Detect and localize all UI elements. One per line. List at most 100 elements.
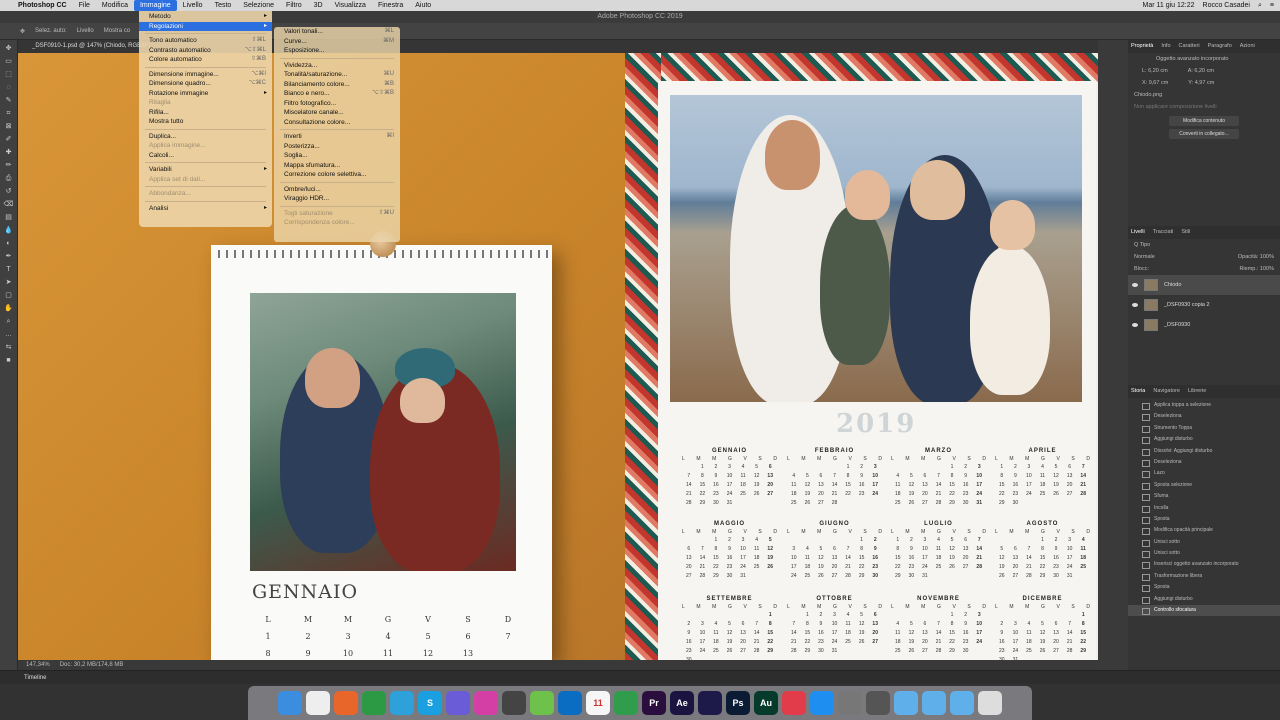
visibility-eye-icon[interactable] xyxy=(1132,303,1138,307)
archive-icon[interactable] xyxy=(446,691,470,715)
menu-item-tono-automatico[interactable]: Tono automatico ⇧⌘L xyxy=(139,36,272,46)
panel-tab-librerie[interactable]: Librerie xyxy=(1188,385,1206,398)
menu-item-filtro-fotografico[interactable]: Filtro fotografico... xyxy=(274,99,400,109)
hand-tool-icon[interactable]: ✋ xyxy=(4,304,14,313)
colors-tool-icon[interactable]: ■ xyxy=(4,356,14,365)
menu-filtro[interactable]: Filtro xyxy=(280,0,308,11)
media-encoder-icon[interactable] xyxy=(698,691,722,715)
artboard-tool-icon[interactable]: ▭ xyxy=(4,57,14,66)
layer-name[interactable]: _DSF0930 xyxy=(1164,322,1190,328)
blur-tool-icon[interactable]: 💧 xyxy=(4,226,14,235)
premiere-icon[interactable]: Pr xyxy=(642,691,666,715)
menu-item-vividezza[interactable]: Vividezza... xyxy=(274,61,400,71)
menu-immagine[interactable]: Immagine xyxy=(133,0,177,11)
menu-item-inverti[interactable]: Inverti ⌘I xyxy=(274,132,400,142)
search-icon[interactable]: ⌕ xyxy=(1258,0,1262,11)
brush-tool-icon[interactable]: ✏ xyxy=(4,161,14,170)
clock-icon[interactable] xyxy=(306,691,330,715)
history-state[interactable]: Trasformazione libera xyxy=(1128,571,1280,582)
menu-modifica[interactable]: Modifica xyxy=(96,0,134,11)
menu-item-duplica[interactable]: Duplica... xyxy=(139,132,272,142)
menu-item-contrasto-automatico[interactable]: Contrasto automatico ⌥⇧⌘L xyxy=(139,46,272,56)
menu-selezione[interactable]: Selezione xyxy=(237,0,280,11)
panel-tab-caratteri[interactable]: Caratteri xyxy=(1179,40,1200,53)
menu-app[interactable]: Photoshop CC xyxy=(12,0,73,11)
history-state[interactable]: Strumento Toppa xyxy=(1128,423,1280,434)
gradient-tool-icon[interactable]: ▤ xyxy=(4,213,14,222)
finder-icon[interactable] xyxy=(278,691,302,715)
history-state[interactable]: Unisci sotto xyxy=(1128,537,1280,548)
menu-item-dimensione-immagine[interactable]: Dimensione immagine... ⌥⌘I xyxy=(139,70,272,80)
menu-livello[interactable]: Livello xyxy=(177,0,209,11)
menu-item-soglia[interactable]: Soglia... xyxy=(274,151,400,161)
autoselect-checkbox[interactable]: Selez. auto: xyxy=(35,28,67,34)
eyedropper-tool-icon[interactable]: ✐ xyxy=(4,135,14,144)
menu-item-viraggio-hdr[interactable]: Viraggio HDR... xyxy=(274,194,400,204)
disk-icon[interactable] xyxy=(502,691,526,715)
menu-item-regolazioni[interactable]: Regolazioni ▸ xyxy=(139,21,272,31)
history-state[interactable]: Deseleziona xyxy=(1128,411,1280,422)
panel-tab-stili[interactable]: Stili xyxy=(1181,226,1190,239)
y-field[interactable]: Y: 4,97 cm xyxy=(1188,77,1214,89)
history-state[interactable]: Lazo xyxy=(1128,468,1280,479)
audition-icon[interactable]: Au xyxy=(754,691,778,715)
history-state[interactable]: Inserisci oggetto avanzato incorporato xyxy=(1128,559,1280,570)
convert-linked-button[interactable]: Converti in collegato... xyxy=(1169,129,1239,139)
history-state[interactable]: Sfuma xyxy=(1128,491,1280,502)
pen-tool-icon[interactable]: ✒ xyxy=(4,252,14,261)
history-state[interactable]: Unisci sotto xyxy=(1128,548,1280,559)
history-state[interactable]: Applica toppa a selezione xyxy=(1128,400,1280,411)
firefox-icon[interactable] xyxy=(334,691,358,715)
fill-field[interactable]: 100% xyxy=(1260,266,1274,272)
menu-item-valori-tonali[interactable]: Valori tonali... ⌘L xyxy=(274,27,400,37)
folder-icon-2[interactable] xyxy=(922,691,946,715)
history-state[interactable]: Incolla xyxy=(1128,503,1280,514)
menu-3d[interactable]: 3D xyxy=(308,0,329,11)
menu-item-correzione-colore-selettiva[interactable]: Correzione colore selettiva... xyxy=(274,170,400,180)
menu-testo[interactable]: Testo xyxy=(209,0,238,11)
blend-mode-select[interactable]: Normale xyxy=(1134,251,1155,263)
panel-tab-azioni[interactable]: Azioni xyxy=(1240,40,1255,53)
swap-tool-icon[interactable]: ⇆ xyxy=(4,343,14,352)
history-state[interactable]: Controllo sfocatura xyxy=(1128,605,1280,617)
menubar-user[interactable]: Rocco Casadei xyxy=(1203,0,1250,11)
quick-select-tool-icon[interactable]: ✎ xyxy=(4,96,14,105)
history-state[interactable]: Aggiungi disturbo xyxy=(1128,434,1280,445)
menu-item-esposizione[interactable]: Esposizione... xyxy=(274,46,400,56)
layer-row[interactable]: Chiodo xyxy=(1128,275,1280,295)
history-state[interactable]: Sposta xyxy=(1128,582,1280,593)
menu-item-dimensione-quadro[interactable]: Dimensione quadro... ⌥⌘C xyxy=(139,79,272,89)
menu-item-analisi[interactable]: Analisi ▸ xyxy=(139,204,272,214)
menu-item-rotazione-immagine[interactable]: Rotazione immagine ▸ xyxy=(139,89,272,99)
list-icon[interactable]: ≡ xyxy=(1270,0,1274,11)
chrome-icon[interactable] xyxy=(362,691,386,715)
menu-item-calcoli[interactable]: Calcoli... xyxy=(139,151,272,161)
menu-item-rifila[interactable]: Rifila... xyxy=(139,108,272,118)
gamecenter-icon[interactable] xyxy=(866,691,890,715)
width-field[interactable]: L: 6,20 cm xyxy=(1142,65,1168,77)
notes-icon[interactable] xyxy=(530,691,554,715)
apple-icon[interactable] xyxy=(0,0,12,11)
path-select-tool-icon[interactable]: ➤ xyxy=(4,278,14,287)
eraser-tool-icon[interactable]: ⌫ xyxy=(4,200,14,209)
menu-item-tonalità-saturazione[interactable]: Tonalità/saturazione... ⌘U xyxy=(274,70,400,80)
visibility-eye-icon[interactable] xyxy=(1132,323,1138,327)
shape-tool-icon[interactable]: ▢ xyxy=(4,291,14,300)
appstore-icon[interactable] xyxy=(810,691,834,715)
folder-icon[interactable] xyxy=(894,691,918,715)
trello-icon[interactable] xyxy=(558,691,582,715)
type-tool-icon[interactable]: T xyxy=(4,265,14,274)
stamp-tool-icon[interactable]: ⎙ xyxy=(4,174,14,183)
panel-tab-tracciati[interactable]: Tracciati xyxy=(1153,226,1174,239)
x-field[interactable]: X: 9,67 cm xyxy=(1142,77,1168,89)
history-state[interactable]: Sposta xyxy=(1128,514,1280,525)
settings-icon[interactable] xyxy=(838,691,862,715)
menu-aiuto[interactable]: Aiuto xyxy=(409,0,437,11)
history-state[interactable]: Aggiungi disturbo xyxy=(1128,594,1280,605)
trash-icon[interactable] xyxy=(978,691,1002,715)
menu-item-ombre-luci[interactable]: Ombre/luci... xyxy=(274,185,400,195)
cleaner-icon[interactable] xyxy=(474,691,498,715)
menu-visualizza[interactable]: Visualizza xyxy=(329,0,372,11)
calendar-icon[interactable]: 11 xyxy=(586,691,610,715)
telegram-icon[interactable] xyxy=(390,691,414,715)
